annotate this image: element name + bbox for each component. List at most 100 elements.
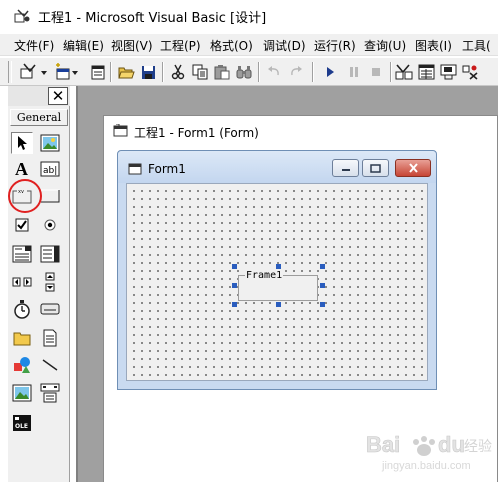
tool-picturebox[interactable] xyxy=(39,132,61,154)
shape-icon xyxy=(14,357,30,373)
menu-format[interactable]: 格式(O) xyxy=(210,37,253,54)
project-explorer-button[interactable] xyxy=(394,62,414,82)
redo-button[interactable] xyxy=(286,62,306,82)
menu-diagram[interactable]: 图表(I) xyxy=(415,37,452,54)
tool-image[interactable] xyxy=(11,382,33,404)
cut-icon xyxy=(171,64,185,80)
resize-handle-se[interactable] xyxy=(320,302,325,307)
resize-handle-ne[interactable] xyxy=(320,264,325,269)
resize-handle-sw[interactable] xyxy=(232,302,237,307)
minimize-button[interactable] xyxy=(332,159,359,177)
add-project-button[interactable] xyxy=(18,62,50,82)
resize-handle-n[interactable] xyxy=(276,264,281,269)
tool-line[interactable] xyxy=(39,354,61,376)
tool-drivelistbox[interactable] xyxy=(39,298,61,320)
menu-run[interactable]: 运行(R) xyxy=(314,37,356,54)
save-project-icon xyxy=(141,65,155,79)
toolbar-separator xyxy=(258,62,260,82)
paste-icon xyxy=(214,65,230,80)
break-button[interactable] xyxy=(344,62,364,82)
menu-file[interactable]: 文件(F) xyxy=(14,37,54,54)
svg-text:du: du xyxy=(438,432,465,457)
toolbar-grip[interactable] xyxy=(8,61,12,83)
save-project-button[interactable] xyxy=(138,62,158,82)
object-browser-button[interactable] xyxy=(460,62,480,82)
tool-timer[interactable] xyxy=(11,298,33,320)
frame1-control[interactable]: Frame1 xyxy=(238,270,320,302)
tool-optionbutton[interactable] xyxy=(39,214,61,236)
svg-text:OLE: OLE xyxy=(15,423,28,430)
tool-combobox[interactable] xyxy=(11,243,33,265)
project-explorer-icon xyxy=(395,64,413,80)
undo-button[interactable] xyxy=(264,62,284,82)
tool-dirlistbox[interactable] xyxy=(11,327,33,349)
tool-filelistbox[interactable] xyxy=(39,327,61,349)
menu-editor-button[interactable] xyxy=(88,62,108,82)
vscrollbar-icon xyxy=(45,272,55,292)
end-icon xyxy=(372,68,380,76)
form1-title: Form1 xyxy=(148,162,186,176)
form-window-icon xyxy=(113,124,128,137)
minimize-icon xyxy=(341,169,350,171)
resize-handle-w[interactable] xyxy=(232,283,237,288)
drivelistbox-icon xyxy=(40,303,60,315)
data-icon xyxy=(40,383,60,403)
properties-window-button[interactable] xyxy=(416,62,436,82)
checkbox-icon xyxy=(15,218,29,232)
resize-handle-nw[interactable] xyxy=(232,264,237,269)
dirlistbox-icon xyxy=(13,332,31,345)
add-form-icon xyxy=(56,63,78,80)
menu-edit[interactable]: 编辑(E) xyxy=(63,37,104,54)
copy-icon xyxy=(192,64,208,80)
resize-handle-s[interactable] xyxy=(276,302,281,307)
toolbox-close-button[interactable]: ✕ xyxy=(48,87,68,105)
menu-tools[interactable]: 工具( xyxy=(462,37,491,54)
menu-project[interactable]: 工程(P) xyxy=(160,37,201,54)
cut-button[interactable] xyxy=(168,62,188,82)
menu-debug[interactable]: 调试(D) xyxy=(263,37,306,54)
form1-titlebar[interactable]: Form1 xyxy=(118,151,436,183)
tool-label[interactable]: A xyxy=(11,158,33,180)
find-button[interactable] xyxy=(234,62,254,82)
start-button[interactable] xyxy=(320,62,340,82)
ole-icon: OLE xyxy=(13,415,31,431)
tool-pointer[interactable] xyxy=(11,132,33,154)
tool-vscrollbar[interactable] xyxy=(39,271,61,293)
maximize-button[interactable] xyxy=(362,159,389,177)
combobox-icon xyxy=(12,245,32,263)
open-project-button[interactable] xyxy=(116,62,136,82)
close-button[interactable] xyxy=(395,159,431,177)
tool-shape[interactable] xyxy=(11,354,33,376)
menu-view[interactable]: 视图(V) xyxy=(111,37,153,54)
tool-hscrollbar[interactable] xyxy=(11,271,33,293)
paste-button[interactable] xyxy=(212,62,232,82)
frame1-caption: Frame1 xyxy=(245,270,284,281)
designer-title: 工程1 - Form1 (Form) xyxy=(134,126,259,140)
tool-ole[interactable]: OLE xyxy=(11,412,33,434)
vb-app-icon[interactable] xyxy=(14,8,31,24)
svg-text:A: A xyxy=(15,160,28,178)
copy-button[interactable] xyxy=(190,62,210,82)
listbox-icon xyxy=(40,245,60,263)
find-icon xyxy=(236,66,252,79)
properties-window-icon xyxy=(418,64,434,80)
picturebox-icon xyxy=(40,134,60,152)
add-form-button[interactable] xyxy=(52,62,80,82)
commandbutton-icon xyxy=(40,189,60,203)
resize-handle-e[interactable] xyxy=(320,283,325,288)
toolbox-tab-general[interactable]: General xyxy=(10,109,68,126)
form-icon xyxy=(128,163,142,175)
menu-bar: 文件(F) 编辑(E) 视图(V) 工程(P) 格式(O) 调试(D) 运行(R… xyxy=(0,34,498,56)
designer-titlebar[interactable]: 工程1 - Form1 (Form) xyxy=(104,116,497,146)
tool-commandbutton[interactable] xyxy=(39,185,61,207)
undo-icon xyxy=(268,66,279,76)
textbox-icon: ab| xyxy=(40,161,60,177)
tool-textbox[interactable]: ab| xyxy=(39,158,61,180)
tool-listbox[interactable] xyxy=(39,243,61,265)
end-button[interactable] xyxy=(366,62,386,82)
standard-toolbar xyxy=(0,58,498,86)
menu-query[interactable]: 查询(U) xyxy=(364,37,406,54)
tool-data[interactable] xyxy=(39,382,61,404)
form-layout-button[interactable] xyxy=(438,62,458,82)
tool-checkbox[interactable] xyxy=(11,214,33,236)
